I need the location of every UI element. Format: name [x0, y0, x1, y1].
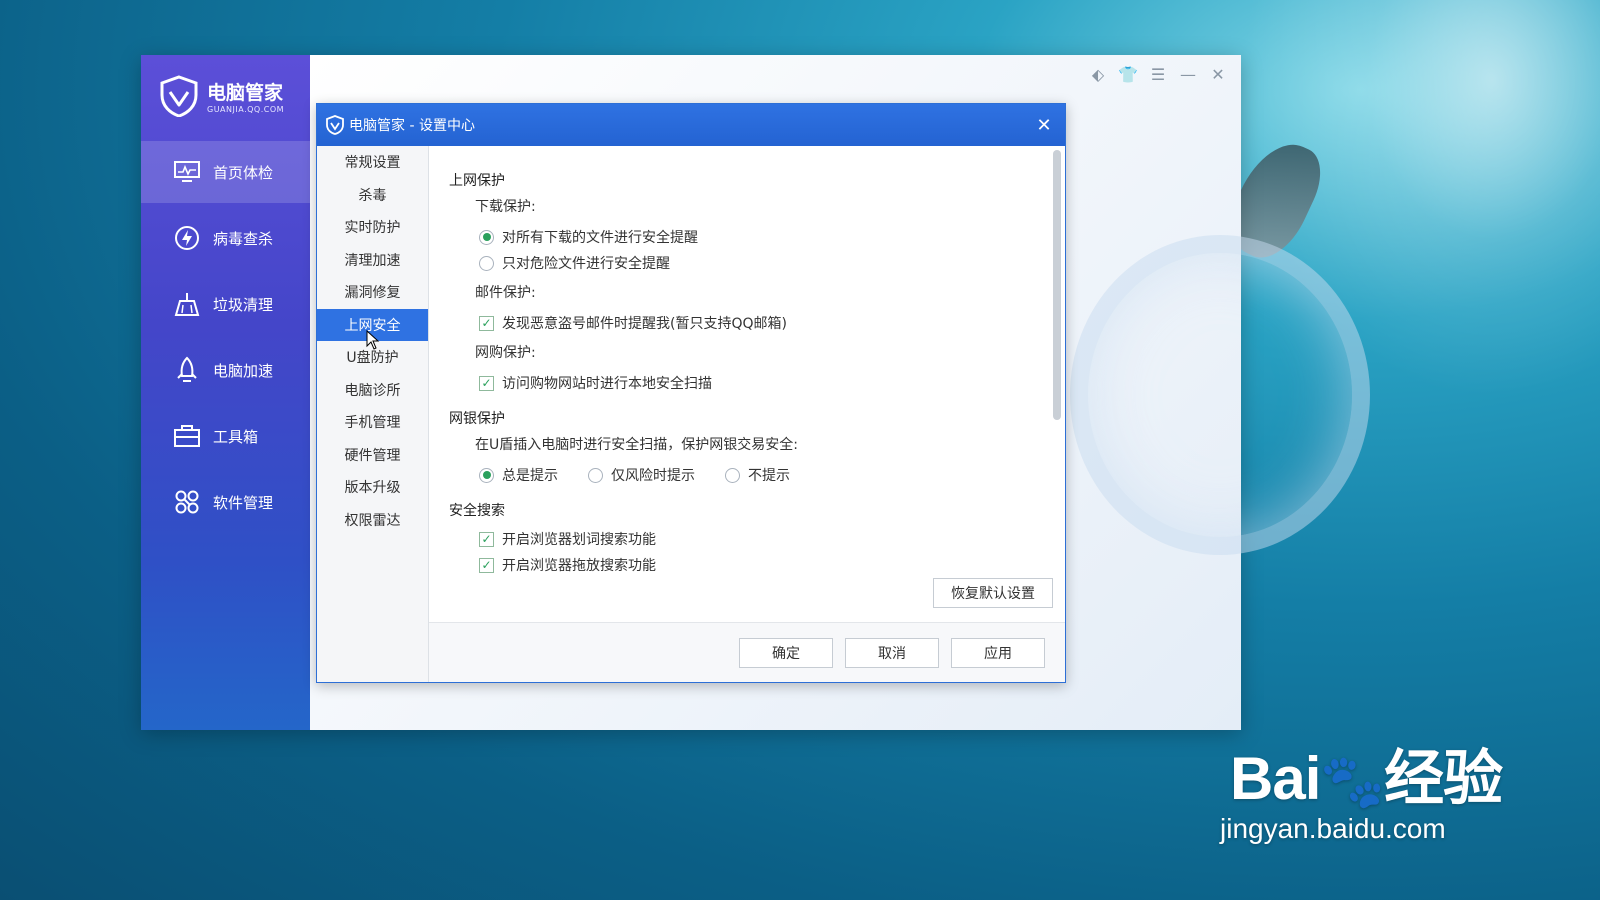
close-icon[interactable]: ✕ — [1033, 114, 1055, 136]
baidu-logo-cn: 经验 — [1384, 745, 1503, 812]
nav-item-home-check[interactable]: 首页体检 — [141, 141, 310, 203]
settings-content: 上网保护 下载保护: 对所有下载的文件进行安全提醒 只对危险文件进行安全提醒 邮… — [429, 146, 1065, 624]
search-option-select[interactable]: ✓ 开启浏览器划词搜索功能 — [479, 526, 1045, 552]
background-swirl — [1070, 235, 1370, 555]
window-controls: ⬖ 👕 ☰ — ✕ — [1089, 65, 1227, 84]
radio-checked[interactable] — [479, 467, 494, 483]
category-cleanup[interactable]: 清理加速 — [317, 244, 428, 277]
category-pc-clinic[interactable]: 电脑诊所 — [317, 374, 428, 407]
option-label: 只对危险文件进行安全提醒 — [502, 256, 670, 272]
restore-defaults-button[interactable]: 恢复默认设置 — [933, 578, 1053, 608]
nav-label: 病毒查杀 — [213, 229, 274, 248]
minimize-icon[interactable]: — — [1179, 65, 1197, 84]
download-protect-label: 下载保护: — [475, 199, 536, 215]
scrollbar[interactable] — [1053, 150, 1061, 420]
nav-item-junk-clean[interactable]: 垃圾清理 — [141, 273, 310, 335]
radio-unchecked[interactable] — [588, 467, 603, 483]
bank-protect-desc: 在U盾插入电脑时进行安全扫描，保护网银交易安全: — [475, 437, 798, 453]
category-antivirus[interactable]: 杀毒 — [317, 179, 428, 212]
mail-protect-label: 邮件保护: — [475, 285, 536, 301]
nav-label: 软件管理 — [213, 493, 274, 512]
ok-button[interactable]: 确定 — [739, 638, 833, 668]
category-update[interactable]: 版本升级 — [317, 471, 428, 504]
shield-logo-icon — [326, 115, 344, 135]
checkbox-checked[interactable]: ✓ — [479, 557, 494, 573]
category-phone[interactable]: 手机管理 — [317, 406, 428, 439]
option-label: 总是提示 — [502, 468, 558, 484]
apply-button[interactable]: 应用 — [951, 638, 1045, 668]
option-label: 访问购物网站时进行本地安全扫描 — [502, 376, 712, 392]
category-permission[interactable]: 权限雷达 — [317, 504, 428, 537]
brand-subtitle: GUANJIA.QQ.COM — [207, 105, 285, 114]
baidu-url: jingyan.baidu.com — [1220, 813, 1446, 844]
option-label: 发现恶意盗号邮件时提醒我(暂只支持QQ邮箱) — [502, 316, 787, 332]
paw-icon: 🐾 — [1320, 753, 1385, 811]
mouse-cursor-icon — [366, 330, 380, 350]
nav-label: 工具箱 — [213, 427, 259, 446]
category-general[interactable]: 常规设置 — [317, 146, 428, 179]
shield-logo-icon — [160, 75, 198, 117]
skin-icon[interactable]: 👕 — [1118, 65, 1138, 84]
software-icon — [173, 488, 201, 516]
app-sidebar: 电脑管家 GUANJIA.QQ.COM 首页体检 病毒查杀 垃圾清理 电脑加速 … — [141, 55, 310, 730]
rocket-icon — [173, 356, 201, 384]
section-title-web-protect: 上网保护 — [449, 173, 505, 189]
settings-category-list: 常规设置 杀毒 实时防护 清理加速 漏洞修复 上网安全 U盘防护 电脑诊所 手机… — [317, 146, 429, 682]
section-title-bank-protect: 网银保护 — [449, 411, 505, 427]
cancel-button[interactable]: 取消 — [845, 638, 939, 668]
baidu-logo-text: Bai — [1230, 745, 1321, 812]
option-label: 开启浏览器划词搜索功能 — [502, 532, 656, 548]
baidu-logo: Bai🐾经验 — [1230, 730, 1503, 817]
option-label: 不提示 — [748, 468, 790, 484]
category-realtime[interactable]: 实时防护 — [317, 211, 428, 244]
brand-title: 电脑管家 — [207, 83, 284, 104]
nav-label: 垃圾清理 — [213, 295, 274, 314]
close-icon[interactable]: ✕ — [1209, 65, 1227, 84]
monitor-icon — [173, 158, 201, 186]
nav-item-software[interactable]: 软件管理 — [141, 471, 310, 533]
category-patch[interactable]: 漏洞修复 — [317, 276, 428, 309]
dialog-titlebar[interactable]: 电脑管家 - 设置中心 ✕ — [317, 104, 1065, 146]
settings-dialog: 电脑管家 - 设置中心 ✕ 常规设置 杀毒 实时防护 清理加速 漏洞修复 上网安… — [316, 103, 1066, 683]
shop-option[interactable]: ✓ 访问购物网站时进行本地安全扫描 — [479, 370, 1045, 396]
nav-item-toolbox[interactable]: 工具箱 — [141, 405, 310, 467]
download-option-dangerous[interactable]: 只对危险文件进行安全提醒 — [479, 250, 1045, 276]
download-option-all[interactable]: 对所有下载的文件进行安全提醒 — [479, 224, 1045, 250]
nav-label: 电脑加速 — [213, 361, 274, 380]
toolbox-icon — [173, 422, 201, 450]
radio-unchecked[interactable] — [725, 467, 740, 483]
category-hardware[interactable]: 硬件管理 — [317, 439, 428, 472]
nav-item-virus-scan[interactable]: 病毒查杀 — [141, 207, 310, 269]
bank-option-risk-only[interactable]: 仅风险时提示 — [588, 465, 695, 485]
lightning-shield-icon — [173, 224, 201, 252]
app-logo: 电脑管家 GUANJIA.QQ.COM — [159, 75, 284, 117]
option-label: 对所有下载的文件进行安全提醒 — [502, 230, 698, 246]
option-label: 开启浏览器拖放搜索功能 — [502, 558, 656, 574]
radio-checked[interactable] — [479, 229, 494, 245]
checkbox-checked[interactable]: ✓ — [479, 315, 494, 331]
nav-item-speedup[interactable]: 电脑加速 — [141, 339, 310, 401]
search-option-drag[interactable]: ✓ 开启浏览器拖放搜索功能 — [479, 552, 1045, 578]
nav-label: 首页体检 — [213, 163, 274, 182]
option-label: 仅风险时提示 — [611, 468, 695, 484]
menu-icon[interactable]: ☰ — [1149, 65, 1167, 84]
checkbox-checked[interactable]: ✓ — [479, 531, 494, 547]
baidu-watermark: Bai🐾经验 jingyan.baidu.com — [1220, 730, 1503, 845]
bank-option-always[interactable]: 总是提示 — [479, 465, 558, 485]
bank-option-never[interactable]: 不提示 — [725, 465, 790, 485]
bank-options: 总是提示 仅风险时提示 不提示 — [479, 462, 1045, 488]
section-title-safe-search: 安全搜索 — [449, 503, 505, 519]
checkbox-checked[interactable]: ✓ — [479, 375, 494, 391]
dialog-title: 电脑管家 - 设置中心 — [349, 118, 475, 134]
broom-icon — [173, 290, 201, 318]
radio-unchecked[interactable] — [479, 255, 494, 271]
shop-protect-label: 网购保护: — [475, 345, 536, 361]
dialog-footer: 确定 取消 应用 — [429, 622, 1065, 682]
mail-option[interactable]: ✓ 发现恶意盗号邮件时提醒我(暂只支持QQ邮箱) — [479, 310, 1045, 336]
pin-icon[interactable]: ⬖ — [1089, 65, 1107, 84]
